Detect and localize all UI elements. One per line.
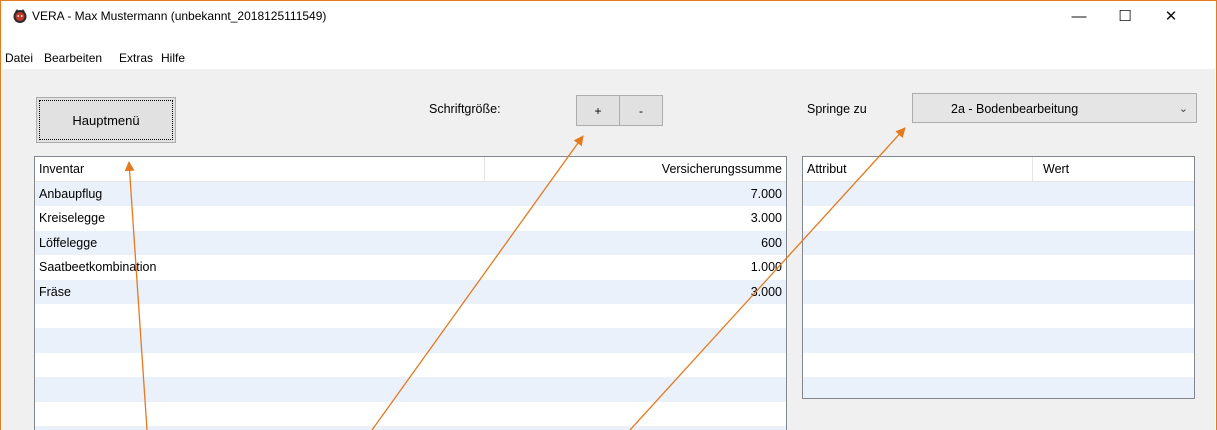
table-row[interactable] <box>803 230 1194 256</box>
table-row[interactable]: Anbaupflug 7.000 <box>35 182 786 207</box>
inventory-value: 600 <box>761 235 782 250</box>
inventory-name: Saatbeetkombination <box>39 260 157 275</box>
inventory-name: Löffelegge <box>39 235 98 250</box>
inventory-value: 7.000 <box>750 187 782 201</box>
font-size-label: Schriftgröße: <box>429 102 501 116</box>
column-header-versicherungssumme[interactable]: Versicherungssumme <box>662 162 782 176</box>
jump-to-dropdown[interactable]: 2a - Bodenbearbeitung ⌄ <box>912 93 1197 123</box>
column-divider[interactable] <box>484 157 485 181</box>
table-row[interactable] <box>35 402 786 426</box>
maximize-button[interactable]: ☐ <box>1102 1 1148 31</box>
inventory-name: Anbaupflug <box>39 187 103 201</box>
menu-datei[interactable]: Datei <box>5 51 33 65</box>
menu-bar: Datei Bearbeiten Extras Hilfe <box>1 45 1216 69</box>
table-row[interactable] <box>35 328 786 353</box>
font-decrease-button[interactable]: - <box>619 95 663 126</box>
inventory-value: 1.000 <box>750 260 782 275</box>
app-window: VERA - Max Mustermann (unbekannt_2018125… <box>0 0 1217 430</box>
table-row[interactable] <box>35 304 786 328</box>
table-row[interactable] <box>803 353 1194 377</box>
table-row[interactable] <box>803 206 1194 230</box>
table-row[interactable] <box>803 328 1194 353</box>
table-row[interactable] <box>35 377 786 402</box>
table-row[interactable]: Kreiselegge 3.000 <box>35 206 786 230</box>
window-title: VERA - Max Mustermann (unbekannt_2018125… <box>32 9 327 23</box>
menu-extras[interactable]: Extras <box>119 51 153 65</box>
minimize-icon: — <box>1071 7 1087 25</box>
inventory-value: 3.000 <box>750 284 782 299</box>
close-icon: ✕ <box>1164 8 1178 25</box>
attribute-table-header: Attribut Wert <box>803 157 1194 182</box>
main-menu-button[interactable]: Hauptmenü <box>36 97 176 143</box>
inventory-table-header: Inventar Versicherungssumme <box>35 157 786 182</box>
attribute-table[interactable]: Attribut Wert <box>802 156 1195 399</box>
table-row[interactable] <box>803 304 1194 328</box>
column-header-inventar[interactable]: Inventar <box>39 162 84 176</box>
table-row[interactable] <box>803 279 1194 304</box>
table-row[interactable]: Löffelegge 600 <box>35 230 786 256</box>
inventory-table[interactable]: Inventar Versicherungssumme Anbaupflug 7.… <box>34 156 787 430</box>
menu-hilfe[interactable]: Hilfe <box>161 51 185 65</box>
maximize-icon: ☐ <box>1118 8 1132 25</box>
column-divider[interactable] <box>1032 157 1033 181</box>
table-row[interactable]: Saatbeetkombination 1.000 <box>35 255 786 279</box>
close-button[interactable]: ✕ <box>1148 1 1194 31</box>
inventory-name: Fräse <box>39 284 71 299</box>
table-row[interactable] <box>803 255 1194 279</box>
table-row[interactable] <box>803 377 1194 398</box>
main-content: Hauptmenü Schriftgröße: + - Springe zu 2… <box>2 69 1215 430</box>
jump-to-value: 2a - Bodenbearbeitung <box>951 102 1079 116</box>
table-row[interactable] <box>803 182 1194 207</box>
jump-to-label: Springe zu <box>807 102 867 116</box>
table-row[interactable] <box>35 353 786 377</box>
column-header-wert[interactable]: Wert <box>1043 162 1069 176</box>
table-row[interactable]: Fräse 3.000 <box>35 279 786 304</box>
app-logo-icon <box>13 9 27 23</box>
inventory-name: Kreiselegge <box>39 211 106 226</box>
chevron-down-icon: ⌄ <box>1178 103 1188 115</box>
column-header-attribut[interactable]: Attribut <box>807 162 847 176</box>
font-increase-button[interactable]: + <box>576 95 620 126</box>
inventory-rows: Anbaupflug 7.000 Kreiselegge 3.000 Löffele… <box>35 182 786 430</box>
minimize-button[interactable]: — <box>1056 1 1102 31</box>
title-bar: VERA - Max Mustermann (unbekannt_2018125… <box>1 1 1216 31</box>
menu-bearbeiten[interactable]: Bearbeiten <box>44 51 102 65</box>
inventory-value: 3.000 <box>750 211 782 226</box>
attribute-rows <box>803 182 1194 398</box>
table-row[interactable] <box>35 425 786 430</box>
